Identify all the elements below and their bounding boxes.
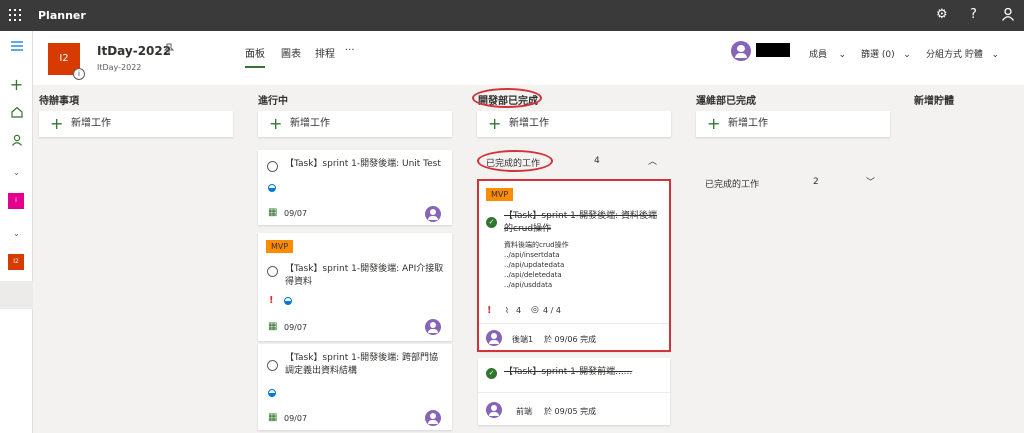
annotation-circle <box>477 150 553 172</box>
task-title: 【Task】sprint 1-開發前端...... <box>504 367 633 377</box>
settings-gear-icon[interactable]: ⚙ <box>936 7 948 23</box>
plus-icon: + <box>269 114 283 133</box>
plus-icon: + <box>707 114 721 133</box>
chevron-down-icon[interactable]: ⌄ <box>0 227 33 241</box>
plus-icon: + <box>50 114 64 133</box>
complete-task-radio[interactable] <box>267 360 278 371</box>
bucket-title-todo[interactable]: 待辦事項 <box>39 92 79 107</box>
members-menu[interactable]: 成員 ⌄ <box>809 47 846 60</box>
tab-schedule[interactable]: 排程 <box>315 45 335 60</box>
redacted-name <box>756 43 790 57</box>
tab-charts[interactable]: 圖表 <box>281 45 301 60</box>
complete-task-radio[interactable] <box>267 161 278 172</box>
top-bar: Planner ⚙ ? <box>0 0 1024 31</box>
add-bucket[interactable]: 新增貯體 <box>914 92 954 107</box>
hamburger-menu-icon[interactable] <box>0 40 33 54</box>
plan-title: ItDay-2022 <box>97 44 172 58</box>
completed-by: 前端 <box>516 407 532 416</box>
task-title: 【Task】sprint 1-開發後端: API介接取 得資料 <box>285 264 444 287</box>
filter-menu[interactable]: 篩選 (0) ⌄ <box>861 47 911 60</box>
my-tasks-person-icon[interactable] <box>0 134 33 149</box>
plan-subtitle: ItDay-2022 <box>97 63 142 72</box>
plus-icon: + <box>488 114 502 133</box>
home-icon[interactable] <box>0 106 33 121</box>
help-icon[interactable]: ? <box>970 7 977 23</box>
urgent-priority-icon: ! <box>269 295 274 306</box>
group-by-menu[interactable]: 分組方式 貯體 ⌄ <box>926 47 999 60</box>
task-title: 【Task】sprint 1-開發後端: Unit Test <box>285 159 441 169</box>
annotation-circle <box>472 88 542 108</box>
annotation-box <box>477 179 671 352</box>
assignee-avatar[interactable] <box>425 206 441 225</box>
completed-check-icon[interactable]: ✓ <box>486 368 497 379</box>
plan-tile-i2[interactable]: I2 <box>8 254 24 270</box>
in-progress-icon <box>268 389 276 397</box>
calendar-icon: ▦ <box>268 412 278 423</box>
completed-count: 4 <box>594 156 600 166</box>
more-options-icon[interactable]: ··· <box>345 45 355 56</box>
info-icon[interactable]: i <box>73 68 85 80</box>
left-rail: + ⌄ I ⌄ I2 <box>0 31 33 433</box>
new-plan-plus-icon[interactable]: + <box>0 77 33 93</box>
account-icon[interactable] <box>1001 7 1015 26</box>
add-task-button[interactable]: + 新增工作 <box>477 111 671 137</box>
calendar-icon: ▦ <box>268 321 278 332</box>
app-launcher-icon[interactable] <box>9 9 21 21</box>
add-task-button[interactable]: + 新增工作 <box>258 111 452 137</box>
chevron-down-icon[interactable]: ⌄ <box>0 166 33 180</box>
plan-header: I2 i ItDay-2022 ItDay-2022 面板 圖表 排程 ··· … <box>33 31 1024 85</box>
chevron-down-icon[interactable]: ﹀ <box>866 175 875 188</box>
bucket-title-in-progress[interactable]: 進行中 <box>258 92 288 107</box>
tab-board[interactable]: 面板 <box>245 45 265 68</box>
selected-plan-highlight <box>0 281 33 309</box>
due-date: 09/07 <box>284 414 308 423</box>
task-title: 【Task】sprint 1-開發後端: 跨部門協 調定義出資料結構 <box>285 353 438 376</box>
task-card-cross-dept[interactable]: 【Task】sprint 1-開發後端: 跨部門協 調定義出資料結構 ▦ 09/0… <box>258 344 452 430</box>
task-card-frontend[interactable]: ✓ 【Task】sprint 1-開發前端...... 前端 於 09/05 完… <box>478 358 670 425</box>
add-task-button[interactable]: + 新增工作 <box>696 111 890 137</box>
completed-on: 於 09/05 完成 <box>544 407 597 416</box>
completed-count: 2 <box>813 177 819 187</box>
chevron-up-icon[interactable]: ︿ <box>648 154 657 167</box>
divider <box>478 392 670 393</box>
label-mvp: MVP <box>266 240 294 253</box>
pin-icon[interactable] <box>163 43 175 58</box>
user-avatar[interactable] <box>731 41 751 64</box>
plan-tile-i[interactable]: I <box>8 193 24 209</box>
completed-tasks-toggle[interactable]: 已完成的工作 <box>705 177 759 190</box>
due-date: 09/07 <box>284 209 308 218</box>
task-card-api[interactable]: MVP 【Task】sprint 1-開發後端: API介接取 得資料 ! ▦ 0… <box>258 233 452 341</box>
in-progress-icon <box>268 184 276 192</box>
add-task-button[interactable]: + 新增工作 <box>39 111 233 137</box>
due-date: 09/07 <box>284 323 308 332</box>
complete-task-radio[interactable] <box>267 266 278 277</box>
task-card-unit-test[interactable]: 【Task】sprint 1-開發後端: Unit Test ▦ 09/07 <box>258 150 452 225</box>
bucket-title-ops-done[interactable]: 運維部已完成 <box>696 92 756 107</box>
assignee-avatar[interactable] <box>425 410 441 429</box>
calendar-icon: ▦ <box>268 207 278 218</box>
assignee-avatar[interactable] <box>486 402 502 421</box>
in-progress-icon <box>284 297 292 305</box>
app-name[interactable]: Planner <box>38 9 86 22</box>
assignee-avatar[interactable] <box>425 319 441 338</box>
